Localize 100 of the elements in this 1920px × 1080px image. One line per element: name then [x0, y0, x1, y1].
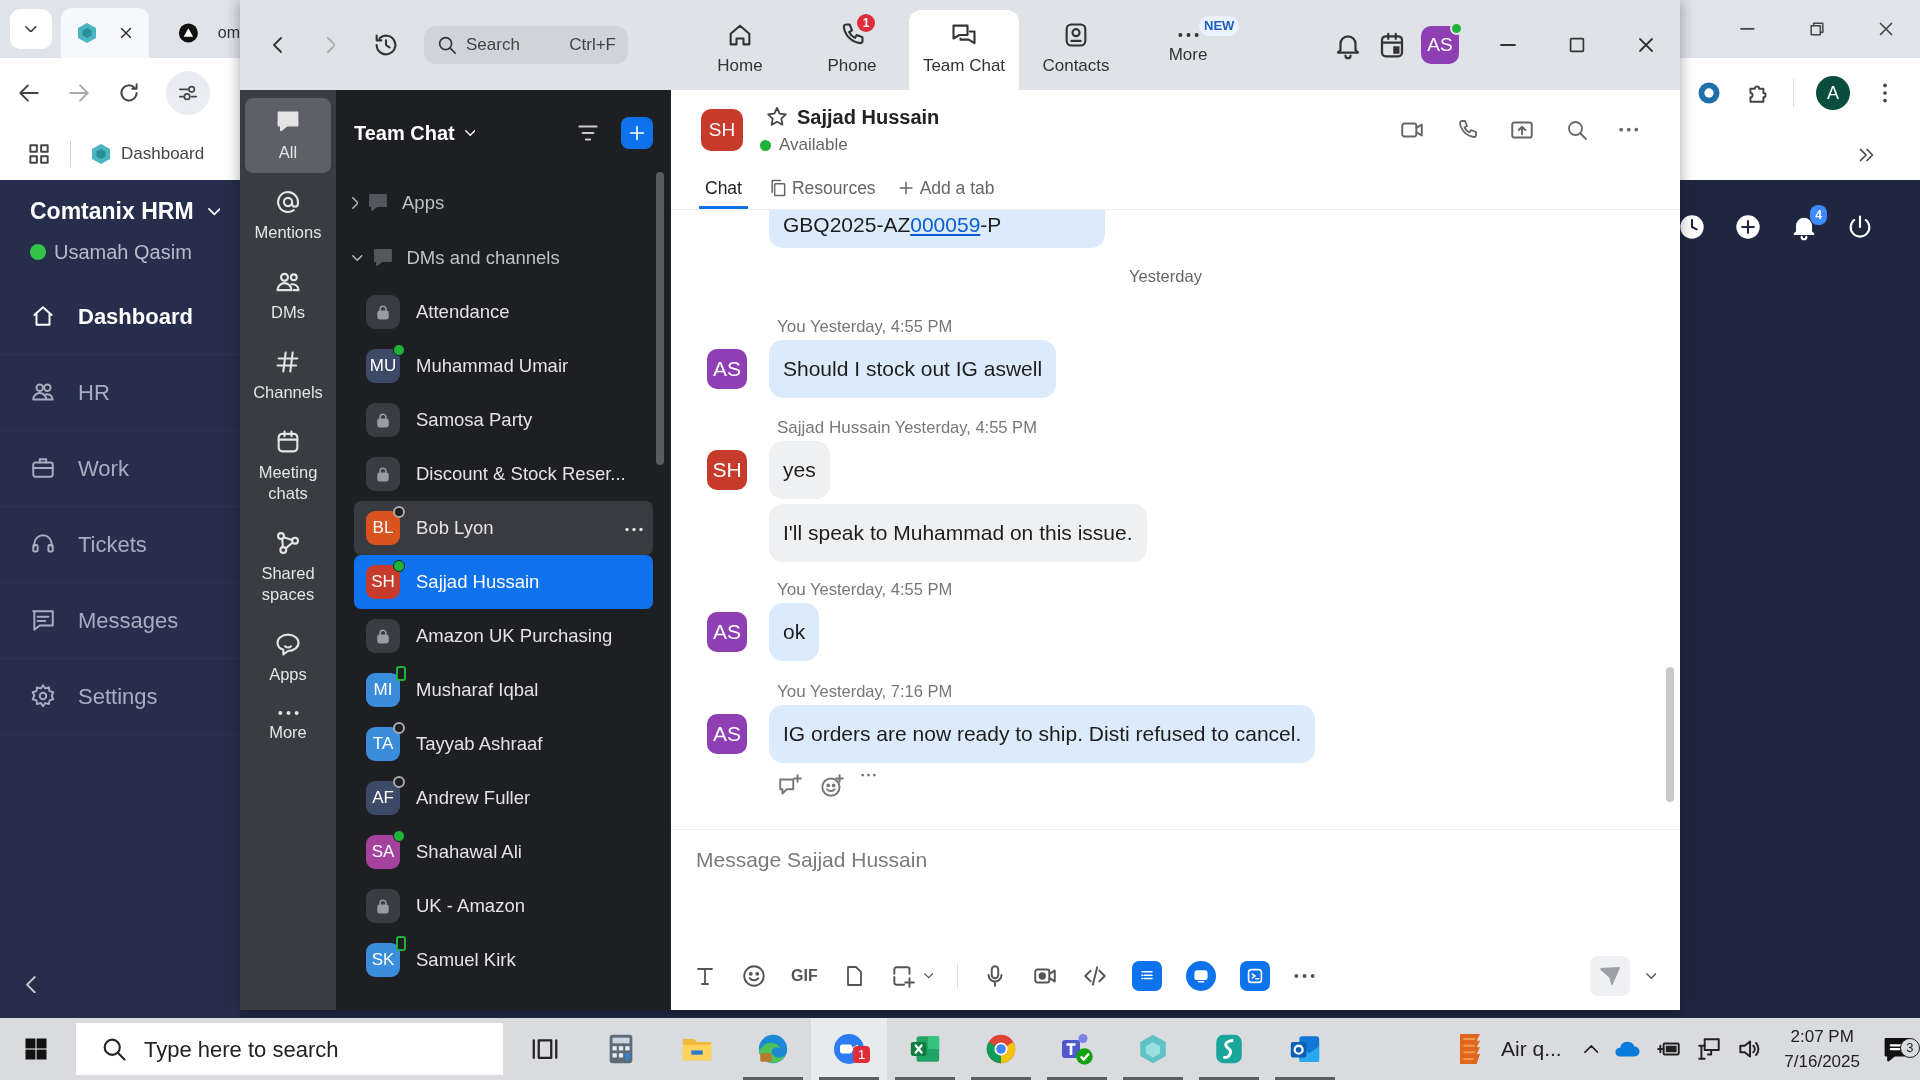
- back-icon[interactable]: [273, 37, 283, 53]
- briefcase-icon: [30, 455, 56, 481]
- message-text: yes: [783, 457, 816, 481]
- nav-tab[interactable]: Home: [685, 10, 795, 90]
- add-icon[interactable]: [1734, 213, 1762, 241]
- running-indicator: [971, 1077, 1031, 1080]
- rail-item[interactable]: More: [245, 700, 331, 753]
- screen-app-icon[interactable]: [1186, 961, 1216, 991]
- chat-list-item[interactable]: Samosa Party: [354, 393, 653, 447]
- time: 2:07 PM: [1790, 1026, 1854, 1048]
- message-link[interactable]: 000059: [910, 213, 981, 236]
- rail-item[interactable]: Apps: [245, 620, 331, 695]
- chevron-icon[interactable]: [1583, 1044, 1599, 1054]
- lock-icon: [366, 457, 400, 491]
- caret-icon: [25, 25, 37, 33]
- chat-list-item[interactable]: SH Sajjad Hussain: [354, 555, 653, 609]
- running-indicator: [1123, 1077, 1183, 1080]
- message-time: Yesterday, 7:16 PM: [810, 681, 953, 700]
- search-field[interactable]: Search Ctrl+F: [424, 26, 628, 64]
- more-icon[interactable]: [625, 526, 643, 532]
- chat-list-item[interactable]: MI Musharaf Iqbal: [354, 663, 653, 717]
- badge: 1: [853, 1046, 871, 1063]
- running-indicator: [895, 1077, 955, 1080]
- search-icon: [436, 34, 458, 56]
- caret-icon[interactable]: [923, 973, 933, 979]
- network-icon[interactable]: [1696, 1036, 1723, 1062]
- chat-list-item[interactable]: MU Muhammad Umair: [354, 339, 653, 393]
- rail-item[interactable]: All: [245, 98, 331, 173]
- sender-name: You: [777, 681, 806, 701]
- chat-list-item[interactable]: BL Bob Lyon: [354, 501, 653, 555]
- chat-list-item[interactable]: Attendance: [354, 285, 653, 339]
- avatar: AS: [707, 713, 747, 754]
- code-icon[interactable]: [1082, 963, 1108, 989]
- list-app-icon[interactable]: [1132, 961, 1162, 991]
- more-icon[interactable]: [1294, 973, 1315, 979]
- avatar: SH: [707, 449, 747, 490]
- nav-tab[interactable]: NEW More: [1133, 10, 1243, 90]
- clock[interactable]: 2:07 PM 7/16/2025: [1784, 1018, 1860, 1080]
- date: 7/16/2025: [1784, 1051, 1860, 1073]
- shortcut-hint: Ctrl+F: [569, 34, 616, 57]
- rail-item[interactable]: DMs: [245, 258, 331, 333]
- rail-item[interactable]: Meeting chats: [245, 418, 331, 514]
- contact-name: Sajjad Hussain: [797, 105, 940, 131]
- tab[interactable]: Resources: [767, 170, 876, 209]
- message-time: Yesterday, 4:55 PM: [810, 579, 953, 598]
- chat-list-item[interactable]: AF Andrew Fuller: [354, 771, 653, 825]
- badge: NEW: [1199, 16, 1240, 36]
- minimize-icon[interactable]: [1740, 28, 1755, 30]
- tab[interactable]: Add a tab: [895, 170, 995, 209]
- send-button[interactable]: [1589, 956, 1630, 996]
- at-icon: [274, 188, 302, 216]
- nodes-icon: [274, 529, 302, 557]
- terminal-app-icon[interactable]: [1240, 961, 1270, 991]
- avatar[interactable]: AS: [1421, 26, 1459, 64]
- section-header[interactable]: DMs and channels: [336, 230, 671, 285]
- clock-icon[interactable]: [1678, 213, 1706, 241]
- date-divider: Yesterday: [1129, 266, 1202, 287]
- nav-tab[interactable]: Contacts: [1021, 10, 1131, 90]
- running-indicator: [819, 1077, 879, 1080]
- rail-item[interactable]: Shared spaces: [245, 519, 331, 615]
- chat-list-item[interactable]: SK Samuel Kirk: [354, 933, 653, 987]
- nav-tab[interactable]: 1 Phone: [797, 10, 907, 90]
- apps-grid-icon[interactable]: [26, 141, 52, 167]
- search-field[interactable]: Type here to search: [76, 1023, 503, 1075]
- team-app-icon[interactable]: [1059, 1031, 1095, 1067]
- browser-icon[interactable]: [984, 1032, 1018, 1066]
- more-icon[interactable]: [1618, 127, 1638, 133]
- tab[interactable]: Chat: [699, 170, 748, 209]
- more-icon[interactable]: [861, 772, 876, 777]
- lock-icon: [366, 403, 400, 437]
- list-title[interactable]: Team Chat: [354, 117, 455, 148]
- profile-avatar[interactable]: A: [1816, 76, 1850, 110]
- weather-widget[interactable]: Air q...: [1453, 1018, 1562, 1080]
- chat-list-item[interactable]: Discount & Stock Reser...: [354, 447, 653, 501]
- nav-tab[interactable]: Team Chat: [909, 10, 1019, 90]
- scrollbar[interactable]: [1666, 667, 1674, 802]
- browser-tab[interactable]: om: [163, 8, 240, 58]
- chat-list-item[interactable]: TA Tayyab Ashraaf: [354, 717, 653, 771]
- add-reaction-icon[interactable]: [819, 772, 845, 799]
- notification-badge: 4: [1810, 205, 1827, 225]
- new-chat-button[interactable]: [621, 116, 653, 149]
- badge: 1: [857, 14, 875, 32]
- rail-item[interactable]: Mentions: [245, 178, 331, 253]
- minimize-icon[interactable]: [1499, 44, 1516, 46]
- caret-icon[interactable]: [1645, 973, 1656, 979]
- gif-button[interactable]: GIF: [791, 964, 818, 988]
- site-settings-button[interactable]: [166, 71, 210, 115]
- chat-list-item[interactable]: SA Shahawal Ali: [354, 825, 653, 879]
- search-input[interactable]: Type here to search: [142, 1031, 502, 1067]
- emoji-icon[interactable]: [741, 963, 767, 989]
- rail-item[interactable]: Channels: [245, 338, 331, 413]
- status-dot: [30, 243, 46, 260]
- search-input[interactable]: Search: [466, 32, 546, 58]
- chat-list-item[interactable]: Amazon UK Purchasing: [354, 609, 653, 663]
- scrollbar[interactable]: [656, 172, 664, 465]
- bookmark[interactable]: Dashboard: [89, 141, 205, 167]
- collapse-icon[interactable]: [26, 976, 37, 994]
- section-header[interactable]: Apps: [336, 175, 671, 230]
- chat-list-item[interactable]: UK - Amazon: [354, 879, 653, 933]
- browser-icon[interactable]: [756, 1032, 790, 1066]
